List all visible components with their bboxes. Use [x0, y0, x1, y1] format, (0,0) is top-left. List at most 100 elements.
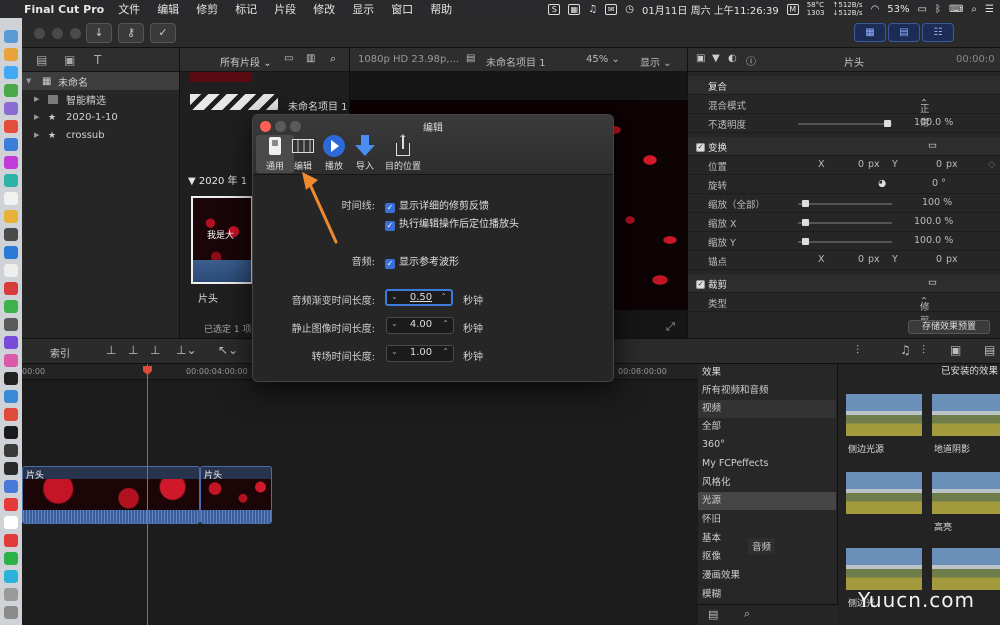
effect-thumbnail[interactable]	[846, 394, 922, 436]
rotation-value[interactable]: 0 °	[932, 178, 946, 189]
transition-value[interactable]: 1.00	[405, 347, 437, 358]
show-inspector-button[interactable]: ☷	[922, 23, 954, 42]
effects-category[interactable]: 漫画效果	[698, 567, 836, 585]
slider-knob[interactable]	[802, 200, 809, 207]
window-minimize-button[interactable]	[52, 28, 63, 39]
project-name[interactable]: 未命名项目 1	[288, 98, 348, 113]
menu-trim[interactable]: 修剪	[196, 1, 218, 17]
project-clapper-icon[interactable]	[190, 94, 278, 110]
chevron-down-icon[interactable]: ⌄	[391, 347, 398, 356]
background-tasks-button[interactable]: ✓	[150, 23, 176, 43]
app-icon-5[interactable]	[4, 102, 18, 115]
chevron-up-icon[interactable]: ⌃	[440, 292, 447, 301]
terminal-icon[interactable]	[4, 426, 18, 439]
cpu-temp-stat[interactable]: 58°C 1303	[807, 1, 825, 17]
audio-category[interactable]: 音频	[748, 538, 776, 554]
app-icon-22[interactable]	[4, 408, 18, 421]
tray-m-icon[interactable]: M	[786, 3, 799, 15]
clip-name[interactable]: 片头	[198, 290, 218, 305]
clock-icon[interactable]: ◷	[625, 4, 634, 15]
disclosure-right-icon[interactable]: ▶	[34, 113, 39, 121]
save-effects-preset-button[interactable]: 存储效果预置	[908, 320, 990, 334]
app-icon-14[interactable]	[4, 264, 18, 277]
launchpad-icon[interactable]	[4, 48, 18, 61]
calendar-icon[interactable]	[4, 192, 18, 205]
app-icon-15[interactable]	[4, 282, 18, 295]
window-close-button[interactable]	[34, 28, 45, 39]
composite-section[interactable]: 复合	[688, 76, 1000, 95]
library-item-event-2020[interactable]: ▶ ★ 2020-1-10	[22, 108, 179, 126]
effects-category[interactable]: 光源	[698, 492, 836, 510]
transform-section[interactable]: ✓ 变换 ▭	[688, 137, 1000, 156]
app-icon-28[interactable]	[4, 516, 18, 529]
menu-edit[interactable]: 编辑	[157, 1, 179, 17]
filter-inspector-icon[interactable]: ◐	[728, 53, 737, 64]
scale-x-value[interactable]: 100.0 %	[914, 216, 953, 227]
transition-stepper[interactable]: ⌄ 1.00 ⌃	[386, 345, 454, 362]
app-icon-17[interactable]	[4, 318, 18, 331]
skimming-icon[interactable]: ⫶	[856, 343, 859, 358]
wifi-icon[interactable]: ◠	[871, 4, 880, 15]
disclosure-right-icon[interactable]: ▶	[34, 131, 39, 139]
app-icon-9[interactable]	[4, 174, 18, 187]
tab-destinations[interactable]: ^ 目的位置	[380, 135, 426, 173]
zoom-dropdown[interactable]: 45% ⌄	[586, 54, 620, 65]
sidebar-toggle-icon[interactable]: ▤	[708, 608, 718, 621]
scale-y-value[interactable]: 100.0 %	[914, 235, 953, 246]
overwrite-clip-icon[interactable]: ⊥⌄	[176, 343, 197, 357]
fullscreen-icon[interactable]: ⤢	[666, 320, 675, 334]
scale-all-slider[interactable]	[798, 200, 892, 207]
display-dropdown[interactable]: 显示 ⌄	[640, 54, 672, 69]
app-icon-16[interactable]	[4, 300, 18, 313]
detailed-trim-feedback-checkbox[interactable]: ✓ 显示详细的修剪反馈	[385, 197, 489, 213]
effects-category[interactable]: My FCPeffects	[698, 455, 836, 473]
menu-modify[interactable]: 修改	[313, 1, 335, 17]
app-icon-7[interactable]	[4, 138, 18, 151]
app-icon-13[interactable]	[4, 246, 18, 259]
effects-category[interactable]: 模糊	[698, 586, 836, 604]
scale-x-slider[interactable]	[798, 219, 892, 226]
menubar-datetime[interactable]: 01月11日 周六 上午11:26:39	[642, 2, 779, 17]
filmstrip-icon[interactable]: ▥	[306, 53, 315, 64]
insert-clip-icon[interactable]: ⊥	[128, 343, 138, 357]
effect-thumbnail[interactable]	[932, 472, 1000, 514]
effects-category[interactable]: 怀旧	[698, 511, 836, 529]
chevron-down-icon[interactable]: ⌄	[391, 292, 398, 301]
menu-window[interactable]: 窗口	[391, 1, 413, 17]
battery-icon[interactable]: ▭	[918, 4, 927, 15]
anchor-y-value[interactable]: 0	[936, 254, 942, 265]
library-item-smart[interactable]: ▶ 智能精选	[22, 90, 179, 108]
timeline-clip[interactable]: 片头	[22, 466, 200, 524]
menu-clip[interactable]: 片段	[274, 1, 296, 17]
app-icon-12[interactable]	[4, 228, 18, 241]
libraries-icon[interactable]: ▤	[36, 53, 47, 67]
crop-section[interactable]: ✓ 裁剪 ▭	[688, 274, 1000, 293]
app-icon-24[interactable]	[4, 444, 18, 457]
effect-thumbnail[interactable]	[932, 394, 1000, 436]
effects-category[interactable]: 风格化	[698, 474, 836, 492]
video-inspector-icon[interactable]: ▣	[696, 53, 705, 64]
disclosure-right-icon[interactable]: ▶	[34, 95, 39, 103]
weibo-icon[interactable]	[4, 534, 18, 547]
headphones-icon[interactable]: ♫	[900, 343, 911, 357]
scale-y-slider[interactable]	[798, 238, 892, 245]
effect-thumbnail[interactable]	[846, 472, 922, 514]
app-icon-8[interactable]	[4, 156, 18, 169]
index-button[interactable]: 索引	[50, 345, 70, 360]
bluetooth-icon[interactable]: ᛒ	[935, 4, 941, 15]
effect-thumbnail[interactable]	[932, 548, 1000, 590]
search-icon[interactable]: ⌕	[330, 52, 336, 66]
clip-appearance-icon[interactable]: ▭	[284, 53, 293, 64]
color-inspector-icon[interactable]: ▼	[712, 53, 720, 64]
slider-knob[interactable]	[802, 219, 809, 226]
wechat-icon[interactable]	[4, 552, 18, 565]
effect-thumbnail[interactable]	[846, 548, 922, 590]
tray-wechat-icon[interactable]: ✉	[605, 3, 618, 15]
select-tool-icon[interactable]: ↖⌄	[218, 343, 238, 357]
effects-category[interactable]: 视频	[698, 400, 836, 418]
effects-category[interactable]: 所有视频和音频	[698, 382, 836, 400]
crop-type-dropdown[interactable]: 修剪 ⌃	[920, 296, 930, 327]
snapping-icon[interactable]: ⫶	[922, 343, 925, 358]
audio-fade-stepper[interactable]: ⌄ 0.50 ⌃	[385, 289, 453, 306]
spotlight-icon[interactable]: ⌕	[971, 4, 977, 15]
